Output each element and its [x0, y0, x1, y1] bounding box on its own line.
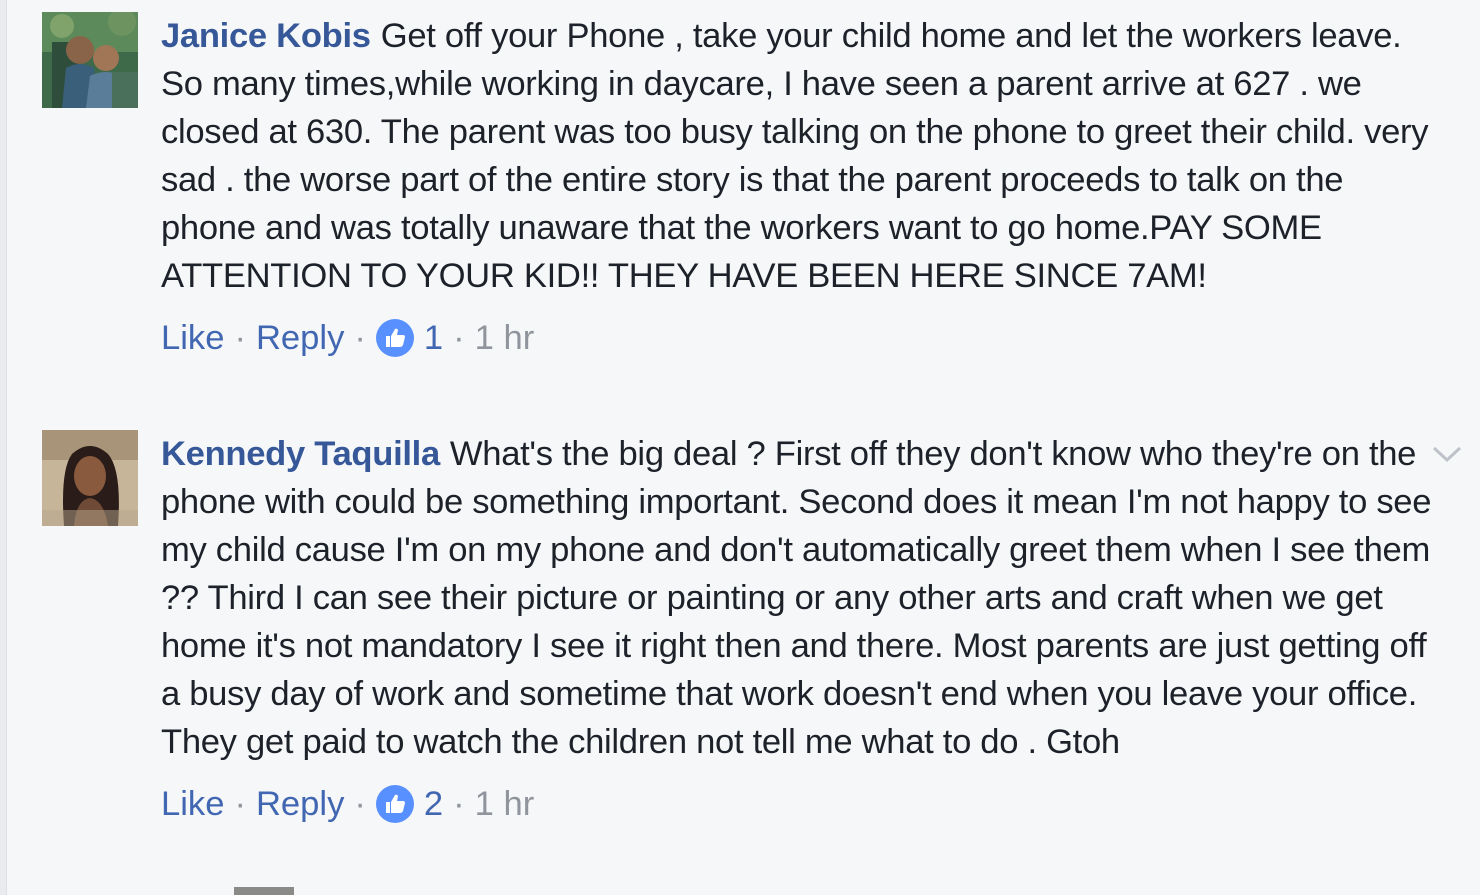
- comment-timestamp[interactable]: 1 hr: [475, 318, 535, 358]
- comment-body: Janice Kobis Get off your Phone , take yo…: [161, 12, 1436, 300]
- separator: ·: [234, 785, 246, 823]
- separator: ·: [234, 319, 246, 357]
- comment-content: Janice Kobis Get off your Phone , take yo…: [161, 12, 1436, 358]
- reaction-count-value: 1: [423, 319, 444, 357]
- profile-photo-icon: [42, 430, 138, 526]
- separator: ·: [354, 785, 366, 823]
- avatar[interactable]: [42, 12, 138, 108]
- reply-button[interactable]: Reply: [256, 784, 344, 824]
- thumbs-up-icon: [375, 319, 414, 357]
- avatar[interactable]: [42, 430, 138, 526]
- like-button[interactable]: Like: [161, 318, 224, 358]
- reaction-count-value: 2: [423, 785, 444, 823]
- comment-text: What's the big deal ? First off they don…: [161, 435, 1432, 761]
- comment-actions: Like · Reply · 1 · 1 hr: [161, 318, 1436, 358]
- reaction-count[interactable]: 1: [375, 318, 444, 358]
- chevron-down-icon[interactable]: [1432, 444, 1462, 464]
- comment-author[interactable]: Janice Kobis: [161, 17, 371, 55]
- left-border: [0, 0, 7, 895]
- comment-body: Kennedy Taquilla What's the big deal ? Fi…: [161, 430, 1436, 766]
- next-comment-avatar: [234, 887, 294, 895]
- separator: ·: [453, 785, 465, 823]
- reply-button[interactable]: Reply: [256, 318, 344, 358]
- comment-content: Kennedy Taquilla What's the big deal ? Fi…: [161, 430, 1436, 824]
- like-button[interactable]: Like: [161, 784, 224, 824]
- separator: ·: [354, 319, 366, 357]
- comment-author[interactable]: Kennedy Taquilla: [161, 435, 440, 473]
- thumbs-up-icon: [375, 785, 414, 823]
- profile-photo-icon: [42, 12, 138, 108]
- comment-actions: Like · Reply · 2 · 1 hr: [161, 784, 1436, 824]
- comment-text: Get off your Phone , take your child hom…: [161, 17, 1429, 295]
- separator: ·: [453, 319, 465, 357]
- reaction-count[interactable]: 2: [375, 784, 444, 824]
- comment-timestamp[interactable]: 1 hr: [475, 784, 535, 824]
